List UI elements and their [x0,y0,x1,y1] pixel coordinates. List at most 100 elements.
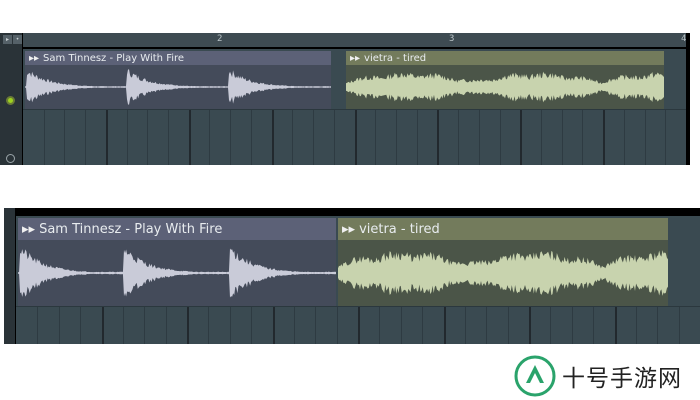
grid-line [395,109,397,165]
grid-line [313,109,315,165]
grid-line [603,109,606,165]
clip-waveform-area [18,240,336,306]
play-icon: ▸▸ [22,221,36,237]
waveform [25,69,331,105]
track-lane-area[interactable]: ▸▸ Sam Tinnesz - Play With Fire ▸▸ vietr… [16,216,700,344]
grid-background [16,306,700,344]
clip-title-bar[interactable]: ▸▸ Sam Tinnesz - Play With Fire [25,51,331,65]
grid-line [101,306,104,344]
play-icon: ▸▸ [29,52,40,64]
grid-line [614,306,617,344]
grid-line [529,306,531,344]
grid-line [379,306,381,344]
grid-line [80,306,82,344]
grid-line [292,109,294,165]
toggle-icon[interactable]: • [13,35,22,44]
grid-line [478,109,480,165]
grid-line [188,109,191,165]
grid-line [293,306,295,344]
grid-line [58,306,60,344]
grid-line [147,109,149,165]
grid-line [315,306,317,344]
grid-line [105,109,108,165]
clip-title-bar[interactable]: ▸▸ vietra - tired [338,218,668,240]
grid-line [230,109,232,165]
grid-line [458,109,460,165]
menu-arrow-icon[interactable]: ▸ [3,35,12,44]
audio-clip-tired[interactable]: ▸▸ vietra - tired [338,218,668,306]
grid-line [208,306,210,344]
grid-line [229,306,231,344]
clip-waveform-area [338,240,668,306]
ruler-marker-3: 3 [449,34,455,44]
clip-waveform-area [25,65,331,109]
record-indicator-icon[interactable] [6,154,15,163]
grid-line [665,109,667,165]
clip-title: Sam Tinnesz - Play With Fire [39,221,223,237]
grid-line [437,109,440,165]
clip-title: vietra - tired [359,221,440,237]
ruler-marker-4: 4 [681,34,687,44]
grid-background [23,109,686,165]
grid-line [657,306,659,344]
grid-line [623,109,625,165]
site-logo-icon [514,355,556,397]
grid-line [122,306,124,344]
track-divider [23,109,686,110]
grid-line [635,306,637,344]
grid-line [416,109,418,165]
track-header-strip [4,208,15,344]
grid-line [126,109,128,165]
grid-line [422,306,424,344]
grid-line [354,109,357,165]
grid-line [593,306,595,344]
clip-title-bar[interactable]: ▸▸ Sam Tinnesz - Play With Fire [18,218,336,240]
mute-indicator-icon[interactable] [6,96,15,105]
grid-line [507,306,509,344]
track-lane-area[interactable]: ▸▸ Sam Tinnesz - Play With Fire ▸▸ vietr… [23,49,686,165]
track-header-strip: ▸ • [0,33,22,165]
clip-title-bar[interactable]: ▸▸ vietra - tired [346,51,664,65]
site-watermark: 十号手游网 [498,352,700,400]
audio-clip-play-with-fire[interactable]: ▸▸ Sam Tinnesz - Play With Fire [18,218,336,306]
grid-line [582,109,584,165]
grid-line [375,109,377,165]
grid-line [486,306,488,344]
grid-line [165,306,167,344]
grid-line [85,109,87,165]
timeline-ruler[interactable]: 2 3 4 [23,33,686,47]
grid-line [144,306,146,344]
grid-line [271,109,274,165]
audio-clip-play-with-fire[interactable]: ▸▸ Sam Tinnesz - Play With Fire [25,51,331,109]
track-divider [16,306,700,307]
grid-line [251,306,253,344]
grid-line [678,306,680,344]
grid-line [209,109,211,165]
watermark-text: 十号手游网 [562,366,682,392]
waveform [346,71,664,103]
grid-line [358,306,360,344]
playlist-panel-after: ▸▸ Sam Tinnesz - Play With Fire ▸▸ vietr… [4,208,700,344]
grid-line [250,109,252,165]
grid-line [400,306,402,344]
grid-line [443,306,446,344]
ruler-marker-2: 2 [217,34,223,44]
grid-line [272,306,275,344]
play-icon: ▸▸ [350,52,361,64]
play-icon: ▸▸ [342,221,356,237]
grid-line [644,109,646,165]
clip-title: vietra - tired [364,52,427,64]
grid-line [333,109,335,165]
grid-line [64,109,66,165]
audio-clip-tired[interactable]: ▸▸ vietra - tired [346,51,664,109]
waveform [18,248,336,298]
grid-line [336,306,338,344]
waveform [338,250,668,296]
grid-line [540,109,542,165]
grid-line [571,306,573,344]
grid-line [37,306,39,344]
clip-title: Sam Tinnesz - Play With Fire [43,52,185,64]
grid-line [520,109,523,165]
clip-waveform-area [346,65,664,109]
grid-line [187,306,189,344]
